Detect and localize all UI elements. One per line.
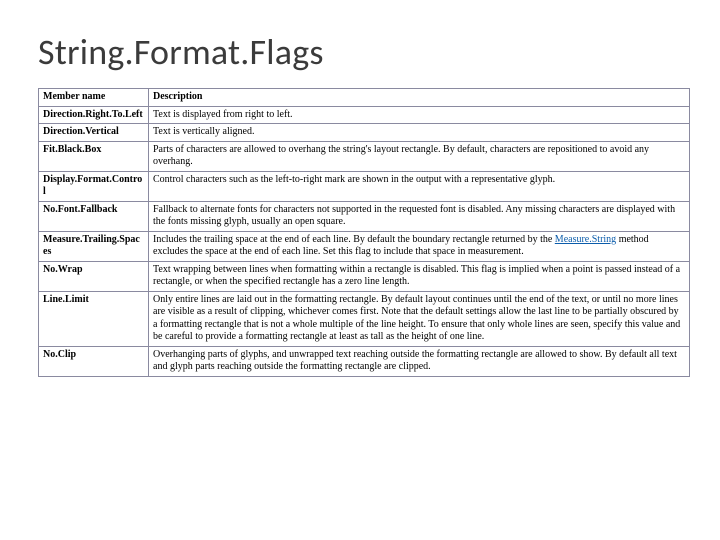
- member-name: Direction.Right.To.Left: [39, 106, 149, 124]
- measure-string-link[interactable]: Measure.String: [555, 234, 616, 245]
- member-name: No.Font.Fallback: [39, 201, 149, 231]
- desc-text-pre: Includes the trailing space at the end o…: [153, 234, 555, 245]
- table-row: Direction.Vertical Text is vertically al…: [39, 124, 690, 142]
- member-name: Display.Format.Control: [39, 171, 149, 201]
- member-name: Line.Limit: [39, 291, 149, 346]
- col-header-member: Member name: [39, 89, 149, 107]
- table-row: Line.Limit Only entire lines are laid ou…: [39, 291, 690, 346]
- flags-table: Member name Description Direction.Right.…: [38, 88, 690, 377]
- member-name: Measure.Trailing.Spaces: [39, 231, 149, 261]
- table-row: Display.Format.Control Control character…: [39, 171, 690, 201]
- member-name: Direction.Vertical: [39, 124, 149, 142]
- table-row: Fit.Black.Box Parts of characters are al…: [39, 141, 690, 171]
- table-header-row: Member name Description: [39, 89, 690, 107]
- member-desc: Includes the trailing space at the end o…: [149, 231, 690, 261]
- table-row: No.Font.Fallback Fallback to alternate f…: [39, 201, 690, 231]
- member-name: No.Wrap: [39, 261, 149, 291]
- member-desc: Text is vertically aligned.: [149, 124, 690, 142]
- table-row: Measure.Trailing.Spaces Includes the tra…: [39, 231, 690, 261]
- member-name: No.Clip: [39, 346, 149, 376]
- table-row: Direction.Right.To.Left Text is displaye…: [39, 106, 690, 124]
- member-desc: Text wrapping between lines when formatt…: [149, 261, 690, 291]
- col-header-description: Description: [149, 89, 690, 107]
- member-desc: Text is displayed from right to left.: [149, 106, 690, 124]
- page-title: String.Format.Flags: [38, 30, 690, 74]
- member-name: Fit.Black.Box: [39, 141, 149, 171]
- member-desc: Parts of characters are allowed to overh…: [149, 141, 690, 171]
- member-desc: Fallback to alternate fonts for characte…: [149, 201, 690, 231]
- table-row: No.Wrap Text wrapping between lines when…: [39, 261, 690, 291]
- slide: String.Format.Flags Member name Descript…: [0, 0, 720, 540]
- member-desc: Control characters such as the left-to-r…: [149, 171, 690, 201]
- member-desc: Only entire lines are laid out in the fo…: [149, 291, 690, 346]
- member-desc: Overhanging parts of glyphs, and unwrapp…: [149, 346, 690, 376]
- table-row: No.Clip Overhanging parts of glyphs, and…: [39, 346, 690, 376]
